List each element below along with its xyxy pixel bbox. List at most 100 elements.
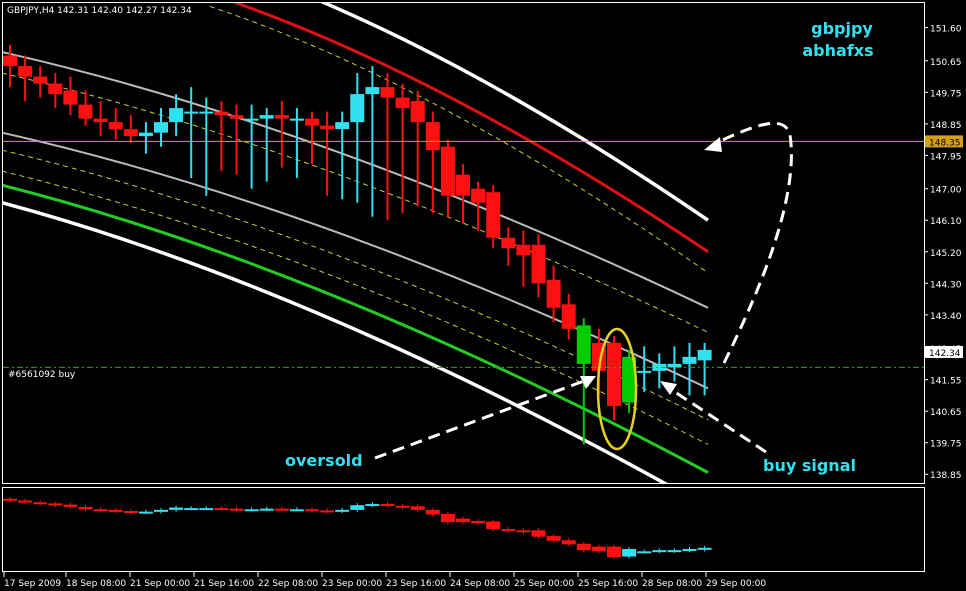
candle [33, 66, 48, 98]
candle [93, 101, 108, 137]
sub-bar [425, 509, 440, 515]
sub-bar [471, 520, 486, 524]
candle [289, 108, 304, 179]
sub-bar [486, 521, 501, 530]
candle-body [320, 125, 335, 130]
candle-body [305, 118, 319, 126]
candle [320, 111, 335, 196]
candle [63, 76, 78, 116]
buy-signal-label: buy signal [763, 456, 856, 475]
sub-indicator-bars [3, 496, 712, 560]
candle [154, 108, 168, 147]
sub-bar [78, 506, 93, 510]
candle-body [78, 104, 93, 119]
buy-signal-arrow [671, 388, 767, 454]
y-tick-label: 147.95 [930, 152, 962, 162]
candle-body [154, 122, 168, 133]
y-tick-label: 140.65 [930, 408, 962, 418]
candle-body [471, 188, 486, 203]
candle [350, 73, 365, 203]
candle-body [561, 304, 576, 329]
candle [667, 346, 682, 382]
sub-bar [637, 551, 652, 554]
sub-bar [622, 548, 637, 557]
sub-bar [395, 505, 410, 508]
return-arrow [711, 121, 793, 364]
candle [78, 90, 93, 126]
candle-body [697, 349, 712, 361]
sub-bar [561, 540, 576, 545]
candle [607, 335, 621, 420]
candle [123, 115, 138, 144]
sub-bar [591, 546, 606, 552]
candle-body [425, 122, 440, 151]
candle [516, 230, 531, 287]
candle [410, 90, 425, 207]
candle [440, 139, 455, 217]
x-tick-label: 21 Sep 16:00 [194, 579, 254, 589]
candle-body [244, 118, 259, 121]
candle-body [410, 101, 425, 123]
candle-body [184, 111, 199, 114]
x-tick-label: 18 Sep 08:00 [66, 579, 126, 589]
y-tick-label: 145.20 [930, 249, 962, 259]
candle-body [576, 325, 591, 364]
candle-body [274, 115, 289, 119]
y-tick-label: 139.75 [930, 440, 962, 450]
sub-bar [365, 504, 380, 507]
sub-bar [531, 530, 546, 537]
sub-bar [138, 511, 153, 514]
candle-body [229, 115, 244, 119]
candle [682, 342, 697, 396]
sub-bar [335, 509, 350, 512]
candle-body [199, 111, 214, 114]
sub-panel-frame [2, 487, 925, 572]
candle [244, 104, 259, 189]
chart-header: GBPJPY,H4 142.31 142.40 142.27 142.34 [7, 6, 192, 16]
svg-text:148.35: 148.35 [929, 138, 961, 148]
band-upper-dashed [209, 6, 709, 274]
candle [214, 101, 229, 172]
sub-bar [682, 548, 697, 551]
candle-body [365, 87, 380, 95]
sub-bar [607, 546, 621, 558]
svg-text:142.34: 142.34 [929, 349, 961, 359]
x-tick-label: 24 Sep 08:00 [450, 579, 510, 589]
candle-body [380, 87, 395, 98]
candle-body [607, 342, 621, 406]
main-panel-frame [2, 2, 925, 484]
candle [697, 342, 712, 396]
y-tick-label: 150.65 [930, 58, 962, 68]
x-tick-label: 23 Sep 00:00 [322, 579, 382, 589]
candle-body [486, 192, 501, 238]
candle-body [48, 83, 63, 95]
x-tick-label: 25 Sep 00:00 [514, 579, 574, 589]
x-tick-label: 23 Sep 16:00 [386, 579, 446, 589]
candle [501, 227, 516, 266]
sub-bar [274, 508, 289, 511]
candle-body [138, 132, 153, 137]
sub-bar [516, 530, 531, 533]
y-tick-label: 151.60 [930, 25, 962, 35]
sub-bar [305, 509, 319, 512]
candle-body [214, 111, 229, 116]
sub-bar [48, 503, 63, 506]
sub-bar [229, 508, 244, 511]
candle-body [3, 55, 17, 67]
y-tick-label: 147.00 [930, 186, 962, 196]
candle-body [456, 174, 470, 196]
candle-body [516, 244, 531, 256]
candle [561, 293, 576, 340]
candle-body [63, 90, 78, 105]
sub-bar [320, 510, 335, 513]
candle-body [93, 118, 108, 123]
sub-bar [546, 536, 561, 541]
order-label: #6561092 buy [8, 370, 76, 380]
sub-bar [154, 509, 168, 512]
candle-body [259, 115, 274, 119]
sub-bar [456, 518, 470, 523]
candle [531, 234, 546, 298]
sub-bar [652, 550, 667, 553]
candle-body [123, 129, 138, 137]
candle [637, 346, 652, 392]
